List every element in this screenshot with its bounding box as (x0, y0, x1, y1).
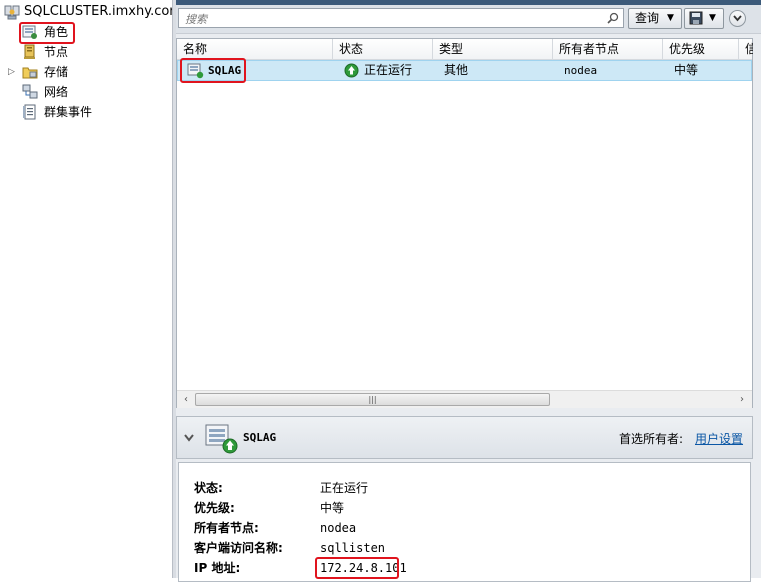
network-icon (22, 84, 38, 99)
save-query-button[interactable]: ▼ (684, 8, 724, 29)
tree-item-label: 网络 (44, 85, 69, 99)
tree-item-label: 节点 (44, 45, 69, 59)
collapse-chevron-icon[interactable] (184, 434, 194, 442)
preferred-owner-label: 首选所有者: (619, 432, 684, 446)
tree-root-label: SQLCLUSTER.imxhy.com (24, 4, 182, 19)
property-label: 客户端访问名称: (194, 541, 283, 555)
dropdown-arrow-icon: ▼ (709, 13, 716, 23)
property-label: 优先级: (194, 501, 235, 515)
role-type: 其他 (444, 63, 469, 77)
detail-title: SQLAG (243, 431, 277, 444)
role-owner-node: nodea (564, 64, 598, 77)
property-label: 所有者节点: (194, 521, 259, 535)
tree-root[interactable]: SQLCLUSTER.imxhy.com (4, 2, 182, 22)
cluster-events-icon (23, 104, 36, 120)
detail-properties: 状态: 正在运行 优先级: 中等 所有者节点: nodea 客户端访问名称: s… (178, 462, 751, 582)
expand-arrow-icon[interactable]: ▷ (8, 62, 15, 82)
scroll-right-icon[interactable]: › (734, 392, 750, 407)
role-large-icon (205, 424, 238, 454)
column-header-owner-node[interactable]: 所有者节点 (553, 39, 663, 59)
storage-icon (22, 67, 38, 79)
property-label: 状态: (194, 481, 223, 495)
search-input[interactable] (183, 10, 587, 28)
property-value: nodea (320, 521, 357, 535)
running-status-icon (344, 63, 359, 78)
property-value: 正在运行 (320, 481, 369, 495)
property-value: 中等 (320, 501, 345, 515)
highlight-box-role-name (180, 58, 246, 83)
navigation-tree: SQLCLUSTER.imxhy.com 角色 节点 ▷ 存储 网络 群集事件 (0, 0, 182, 578)
column-header-type[interactable]: 类型 (433, 39, 553, 59)
roles-pane: 查询 ▼ ▼ 名称 状态 类型 所有者节点 优先级 信 (176, 0, 761, 582)
search-icon[interactable] (607, 12, 619, 24)
tree-item-network[interactable]: 网络 (22, 82, 102, 102)
search-box[interactable] (178, 8, 624, 28)
highlight-box-roles (19, 22, 75, 44)
highlight-box-ip-address (315, 557, 399, 579)
query-button[interactable]: 查询 ▼ (628, 8, 682, 29)
query-label: 查询 (635, 11, 660, 25)
column-header-status[interactable]: 状态 (333, 39, 433, 59)
search-toolbar: 查询 ▼ ▼ (176, 5, 761, 34)
tree-item-label: 群集事件 (44, 105, 93, 119)
save-icon (689, 11, 703, 25)
grid-header: 名称 状态 类型 所有者节点 优先级 信 (177, 39, 753, 60)
detail-header: SQLAG 首选所有者: 用户设置 (176, 416, 753, 459)
column-header-name[interactable]: 名称 (177, 39, 333, 59)
nodes-icon (24, 44, 35, 59)
tree-item-nodes[interactable]: 节点 (22, 42, 102, 62)
dropdown-arrow-icon: ▼ (667, 13, 674, 23)
scrollbar-thumb[interactable]: ||| (195, 393, 550, 406)
column-header-priority[interactable]: 优先级 (663, 39, 739, 59)
property-value: sqllisten (320, 541, 386, 555)
tree-item-label: 存储 (44, 65, 69, 79)
tree-item-cluster-events[interactable]: 群集事件 (22, 102, 132, 122)
preferred-owner-link[interactable]: 用户设置 (695, 430, 743, 447)
tree-item-storage[interactable]: ▷ 存储 (8, 62, 108, 82)
expand-toolbar-button[interactable] (729, 10, 746, 27)
horizontal-scrollbar[interactable]: ‹ ||| › (177, 390, 752, 408)
property-label: IP 地址: (194, 561, 241, 575)
column-header-info[interactable]: 信 (739, 39, 753, 59)
role-status: 正在运行 (364, 63, 413, 77)
scroll-left-icon[interactable]: ‹ (178, 392, 194, 407)
roles-grid: 名称 状态 类型 所有者节点 优先级 信 SQLAG 正在运行 其他 nodea… (176, 38, 753, 408)
table-row[interactable]: SQLAG 正在运行 其他 nodea 中等 (177, 60, 752, 81)
role-priority: 中等 (674, 63, 699, 77)
cluster-icon (4, 5, 20, 20)
chevron-down-icon (733, 15, 742, 22)
